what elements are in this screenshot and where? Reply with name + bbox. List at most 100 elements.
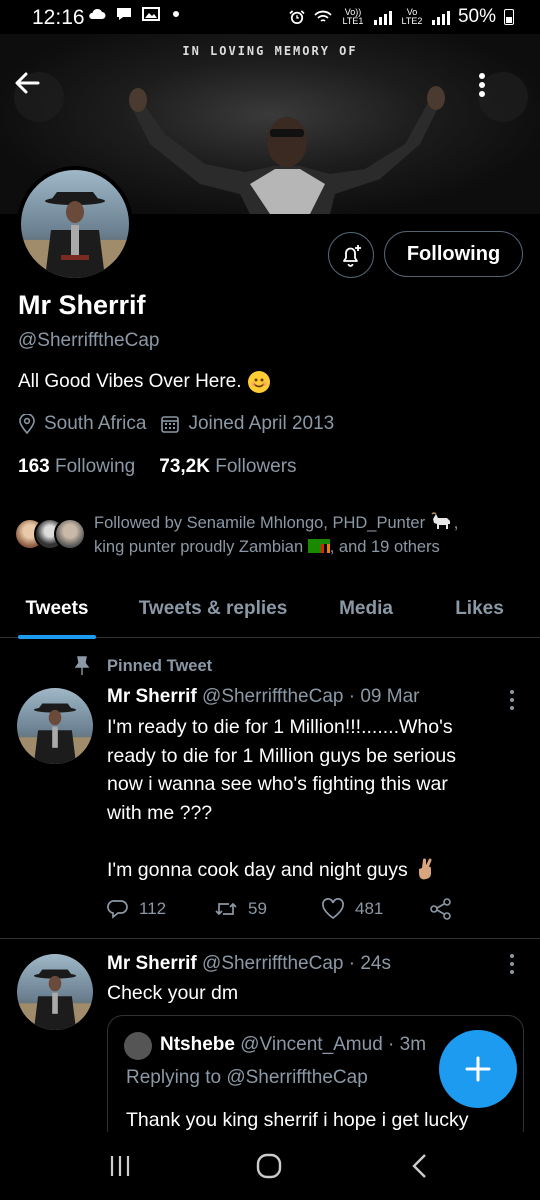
reply-count: 112 [139, 899, 167, 918]
tweet-avatar[interactable] [17, 688, 93, 764]
tweet-handle-time: @SherrifftheCap · 24s [202, 953, 392, 974]
share-button[interactable] [429, 898, 453, 920]
cloud-icon [89, 8, 106, 19]
pin-icon [74, 656, 90, 675]
tab-tweets[interactable]: Tweets [18, 580, 96, 639]
following-count-link[interactable]: 163 Following [18, 456, 135, 478]
avatar [124, 1032, 152, 1060]
lte1-label: Vo)) LTE1 [342, 7, 364, 26]
tweet-avatar[interactable] [17, 954, 93, 1030]
tweet-header: Mr Sherrif @SherrifftheCap · 24s [107, 953, 391, 975]
back-nav-icon[interactable] [410, 1153, 430, 1179]
reply-icon [107, 900, 128, 919]
followed-by-line2b: , and 19 others [329, 538, 440, 556]
avatar [54, 518, 86, 550]
battery-icon [504, 9, 514, 25]
followed-by-text: Followed by Senamile Mhlongo, PHD_Punter… [94, 511, 514, 559]
replying-to: Replying to @SherrifftheCap [126, 1067, 368, 1088]
wifi-icon [314, 10, 332, 22]
notify-button[interactable] [328, 232, 374, 278]
bell-plus-icon [343, 245, 361, 267]
retweet-button[interactable]: 59 [214, 898, 321, 920]
tweet-more-button[interactable] [510, 690, 516, 710]
profile-avatar[interactable] [17, 166, 133, 282]
retweet-count: 59 [248, 899, 267, 918]
tweet-text: I'm ready to die for 1 Million!!!.......… [107, 713, 507, 884]
recent-apps-icon[interactable] [108, 1154, 132, 1178]
tab-likes[interactable]: Likes [452, 580, 507, 638]
tweet-author[interactable]: Mr Sherrif [107, 686, 197, 707]
bio-text: All Good Vibes Over Here. [18, 371, 242, 392]
gallery-icon [142, 7, 160, 21]
quote-handle-time: @Vincent_Amud · 3m [240, 1034, 427, 1055]
following-label: Following [54, 456, 136, 477]
profile-joined: Joined April 2013 [188, 413, 335, 434]
status-time: 12:16 [32, 6, 85, 29]
status-bar: 12:16 Vo)) LTE1 Vo LTE2 50% [0, 0, 540, 34]
lte2-label: Vo LTE2 [401, 7, 423, 26]
heart-icon [322, 898, 344, 920]
home-icon[interactable] [255, 1152, 283, 1180]
quote-text: Thank you king sherrif i hope i get luck… [126, 1109, 469, 1131]
tweet-line: with me ??? [107, 801, 213, 824]
system-nav-bar [0, 1132, 540, 1200]
goat-emoji-icon [431, 512, 450, 529]
signal2-icon [431, 9, 450, 25]
like-count: 481 [355, 899, 384, 918]
tweet-line: I'm ready to die for 1 Million!!!.......… [107, 716, 453, 738]
like-button[interactable]: 481 [321, 898, 429, 920]
profile-tabs: Tweets Tweets & replies Media Likes [0, 580, 540, 639]
tab-tweets-replies[interactable]: Tweets & replies [131, 580, 295, 638]
avatar-image [21, 192, 129, 278]
reply-button[interactable]: 112 [107, 898, 214, 920]
smiling-emoji-icon [247, 371, 270, 393]
followers-count: 73,2K [159, 456, 210, 477]
plus-icon [465, 1056, 491, 1082]
calendar-icon [161, 416, 180, 433]
battery-percent: 50% [457, 6, 496, 27]
arrow-left-icon [15, 72, 40, 94]
profile-location: South Africa [44, 413, 147, 434]
share-icon [430, 898, 451, 920]
crossed-fingers-emoji-icon [419, 858, 432, 879]
tab-media[interactable]: Media [335, 580, 397, 638]
followers-label: Followers [215, 456, 297, 477]
more-options-button[interactable] [478, 72, 528, 122]
profile-bio: All Good Vibes Over Here. [18, 371, 270, 393]
tweet-handle-time: @SherrifftheCap · 09 Mar [202, 686, 420, 707]
alarm-icon [289, 10, 305, 24]
profile-meta: South Africa Joined April 2013 [18, 413, 334, 435]
tweet-line: ready to die for 1 Million guys be serio… [107, 744, 457, 767]
notification-icons [88, 7, 179, 21]
tweet-more-button[interactable] [510, 954, 516, 974]
dot-icon [173, 11, 179, 17]
tweet-line-last: I'm gonna cook day and night guys [107, 856, 507, 885]
tweet-author[interactable]: Mr Sherrif [107, 953, 197, 974]
tweet-line: I'm gonna cook day and night guys [107, 858, 408, 881]
following-button[interactable]: Following [384, 231, 523, 277]
quote-header: Ntshebe @Vincent_Amud · 3m [160, 1034, 426, 1056]
back-button[interactable] [14, 72, 64, 122]
compose-tweet-button[interactable] [439, 1030, 517, 1108]
tweet-divider [0, 938, 540, 939]
tweet-line: now i wanna see who's fighting this war [107, 773, 448, 795]
location-pin-icon [19, 414, 35, 434]
tweet-actions: 112 59 481 [107, 898, 453, 920]
zambia-flag-icon [307, 539, 330, 553]
more-vertical-icon [479, 73, 485, 97]
chat-bubble-icon [117, 8, 131, 20]
retweet-icon [215, 902, 237, 916]
status-right: Vo)) LTE1 Vo LTE2 50% [288, 6, 514, 28]
quote-author: Ntshebe [160, 1034, 235, 1055]
profile-name: Mr Sherrif [18, 290, 146, 320]
following-count: 163 [18, 456, 50, 477]
followed-by-line2a: king punter proudly Zambian [94, 538, 304, 556]
followed-by-line1: Followed by Senamile Mhlongo, PHD_Punter [94, 514, 426, 532]
followers-count-link[interactable]: 73,2K Followers [159, 456, 296, 478]
tweet-header: Mr Sherrif @SherrifftheCap · 09 Mar [107, 686, 420, 708]
signal1-icon [373, 9, 392, 25]
tweet-text: Check your dm [107, 982, 239, 1004]
pinned-label: Pinned Tweet [107, 657, 213, 675]
followed-by-avatars [14, 518, 88, 552]
follow-counts: 163 Following 73,2K Followers [18, 456, 297, 478]
